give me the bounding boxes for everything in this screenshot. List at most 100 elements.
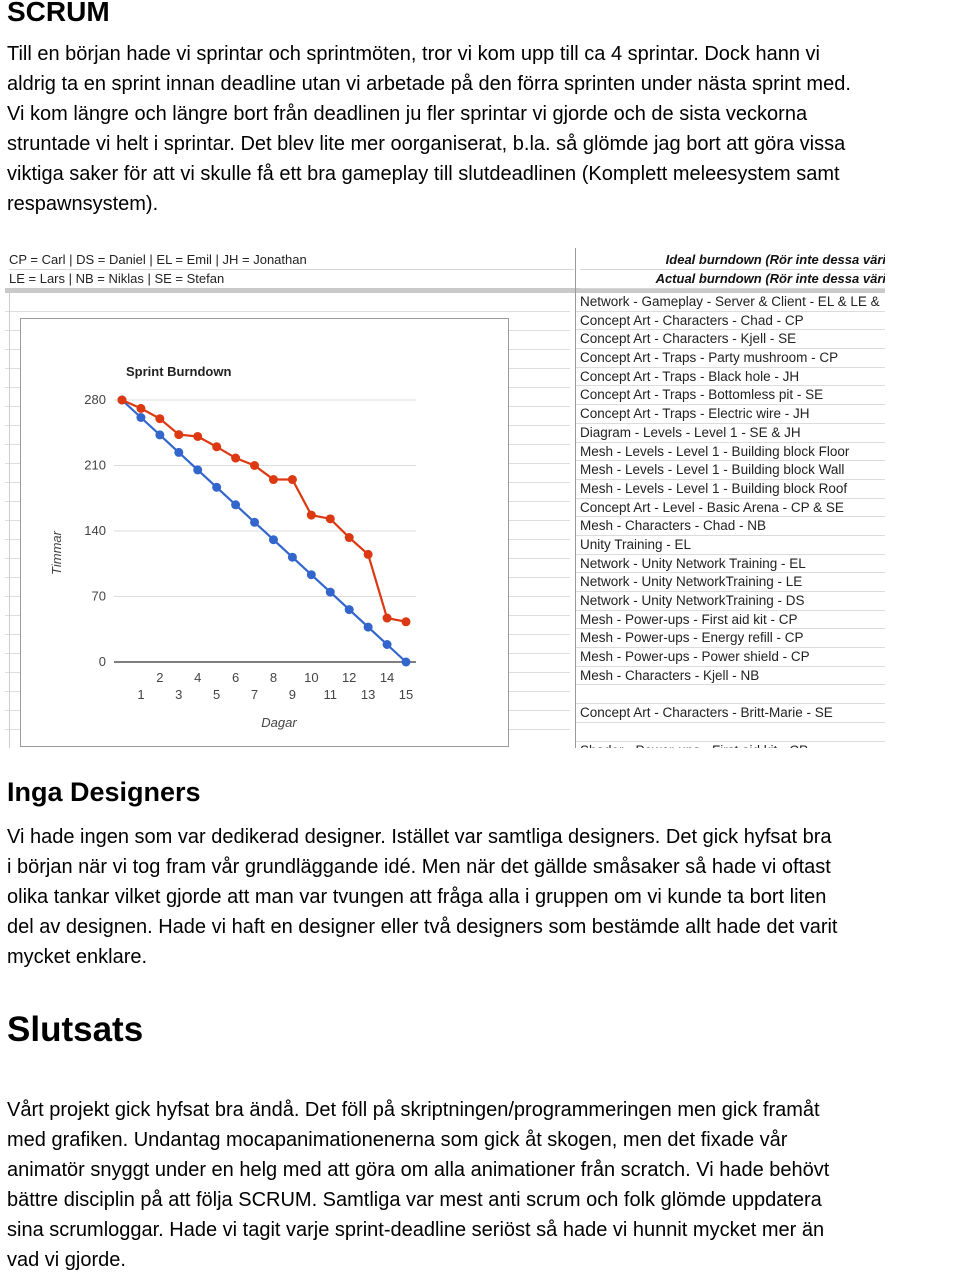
task-row[interactable]: Concept Art - Traps - Party mushroom - C… <box>576 349 885 368</box>
ideal-burndown-point <box>325 587 335 597</box>
actual-burndown-point <box>193 431 203 441</box>
task-row[interactable] <box>576 685 885 705</box>
actual-burndown-point <box>363 549 373 559</box>
text-line: bättre disciplin på att följa SCRUM. Sam… <box>7 1189 822 1211</box>
sprint-burndown-chart: Sprint Burndown 0 70 140 210 280 2 4 6 8 10 12 14 1 3 5… <box>20 318 509 747</box>
text-line: sina scrumloggar. Hade vi tagit varje sp… <box>7 1219 825 1241</box>
chart-svg: Sprint Burndown0701402102802 4 6 8 10 12 141 3 5… <box>49 364 416 730</box>
text-line: struntade vi helt i sprintar. Det blev l… <box>7 133 846 155</box>
actual-burndown-point <box>268 475 278 485</box>
task-row[interactable]: Mesh - Levels - Level 1 - Building block… <box>576 443 885 462</box>
x-tick-label: 7 <box>251 687 258 702</box>
header-ideal-burndown: Ideal burndown (Rör inte dessa väri <box>580 250 885 270</box>
text-line: Vårt projekt gick hyfsat bra ändå. Det f… <box>7 1099 820 1121</box>
task-row[interactable]: Network - Unity Network Training - EL <box>576 555 885 574</box>
ideal-burndown-point <box>401 657 411 667</box>
task-row[interactable]: Mesh - Power-ups - Energy refill - CP <box>576 629 885 649</box>
task-row[interactable]: Concept Art - Traps - Electric wire - JH <box>576 405 885 424</box>
y-tick-label: 280 <box>84 392 106 407</box>
paragraph-conclusion: Vårt projekt gick hyfsat bra ändå. Det f… <box>7 1095 957 1275</box>
text-line: olika tankar vilket gjorde att man var t… <box>7 886 827 908</box>
ideal-burndown-point <box>363 622 373 632</box>
actual-burndown-point <box>325 514 335 524</box>
task-row[interactable]: Mesh - Power-ups - Power shield - CP <box>576 648 885 667</box>
row-header-column <box>5 293 10 748</box>
task-row[interactable]: Network - Gameplay - Server & Client - E… <box>576 293 885 312</box>
task-row[interactable]: Mesh - Power-ups - First aid kit - CP <box>576 611 885 630</box>
task-row[interactable]: Mesh - Levels - Level 1 - Building block… <box>576 461 885 480</box>
x-tick-label: 6 <box>232 670 239 685</box>
y-axis-label: Timmar <box>49 530 64 575</box>
x-tick-label: 9 <box>289 687 296 702</box>
actual-burndown-point <box>212 442 222 452</box>
task-row[interactable]: Network - Unity NetworkTraining - DS <box>576 592 885 611</box>
task-column: Ideal burndown (Rör inte dessa väri Actu… <box>575 248 885 748</box>
text-line: Till en början hade vi sprintar och spri… <box>7 43 820 65</box>
task-row[interactable]: Concept Art - Characters - Kjell - SE <box>576 330 885 350</box>
ideal-burndown-point <box>193 465 203 475</box>
actual-burndown-point <box>306 510 316 520</box>
task-row[interactable]: Diagram - Levels - Level 1 - SE & JH <box>576 424 885 443</box>
ideal-burndown-point <box>306 570 316 580</box>
ideal-burndown-point <box>212 482 222 492</box>
x-tick-label: 10 <box>304 670 318 685</box>
x-tick-label: 3 <box>175 687 182 702</box>
x-tick-label: 8 <box>270 670 277 685</box>
text-line: del av designen. Hade vi haft en designe… <box>7 916 838 938</box>
text-line: vad vi gjorde. <box>7 1249 126 1271</box>
burndown-spreadsheet-screenshot: CP = Carl | DS = Daniel | EL = Emil | JH… <box>5 248 885 748</box>
x-tick-label: 1 <box>137 687 144 702</box>
text-line: i början när vi tog fram vår grundläggan… <box>7 856 831 878</box>
x-tick-label: 14 <box>380 670 394 685</box>
x-tick-label: 15 <box>399 687 413 702</box>
y-tick-label: 0 <box>99 654 106 669</box>
ideal-burndown-point <box>382 640 392 650</box>
x-tick-label: 11 <box>324 687 338 702</box>
text-line: Vi hade ingen som var dedikerad designer… <box>7 826 832 848</box>
x-tick-label: 13 <box>361 687 375 702</box>
actual-burndown-point <box>136 403 146 413</box>
actual-burndown-point <box>287 475 297 485</box>
task-row[interactable]: Concept Art - Characters - Chad - CP <box>576 312 885 331</box>
text-line: Vi kom längre och längre bort från deadl… <box>7 103 808 125</box>
x-tick-label: 4 <box>194 670 201 685</box>
actual-burndown-point <box>174 430 184 440</box>
ideal-burndown-point <box>250 517 260 527</box>
task-row[interactable]: Mesh - Levels - Level 1 - Building block… <box>576 480 885 499</box>
header-actual-burndown: Actual burndown (Rör inte dessa väri <box>580 269 885 289</box>
text-line: mycket enklare. <box>7 946 148 968</box>
text-line: respawnsystem). <box>7 193 159 215</box>
task-row[interactable] <box>576 723 885 742</box>
task-row[interactable]: Network - Unity NetworkTraining - LE <box>576 573 885 592</box>
text-line: animatör snyggt under en helg med att gö… <box>7 1159 830 1181</box>
chart-title: Sprint Burndown <box>126 364 231 379</box>
task-row[interactable]: Concept Art - Traps - Bottomless pit - S… <box>576 386 885 406</box>
actual-burndown-point <box>250 461 260 470</box>
actual-burndown-line <box>121 398 407 623</box>
task-list: Network - Gameplay - Server & Client - E… <box>576 293 885 748</box>
x-axis-label: Dagar <box>261 715 297 730</box>
ideal-burndown-point <box>136 412 146 422</box>
task-row[interactable]: Mesh - Characters - Kjell - NB <box>576 667 885 686</box>
ideal-burndown-point <box>287 552 297 562</box>
y-tick-label: 140 <box>84 523 106 538</box>
y-tick-label: 70 <box>92 589 106 604</box>
ideal-burndown-point <box>155 430 165 440</box>
heading-slutsats: Slutsats <box>7 1010 144 1049</box>
actual-burndown-point <box>155 414 165 424</box>
actual-burndown-point <box>401 617 411 627</box>
task-row[interactable]: Concept Art - Level - Basic Arena - CP &… <box>576 499 885 518</box>
paragraph-scrum: Till en början hade vi sprintar och spri… <box>7 39 957 219</box>
text-line: viktiga saker för att vi skulle få ett b… <box>7 163 840 185</box>
heading-inga-designers: Inga Designers <box>7 777 201 807</box>
ideal-burndown-point <box>344 605 354 615</box>
y-tick-label: 210 <box>84 458 106 473</box>
ideal-burndown-point <box>268 535 278 545</box>
task-row[interactable]: Concept Art - Characters - Britt-Marie -… <box>576 704 885 723</box>
task-row[interactable]: Concept Art - Traps - Black hole - JH <box>576 368 885 387</box>
task-row[interactable]: Unity Training - EL <box>576 536 885 555</box>
heading-scrum: SCRUM <box>7 0 110 27</box>
task-row[interactable]: Mesh - Characters - Chad - NB <box>576 517 885 536</box>
x-tick-label: 5 <box>213 687 220 702</box>
task-row[interactable]: Shader - Power-ups - First aid kit - CP <box>576 742 885 749</box>
